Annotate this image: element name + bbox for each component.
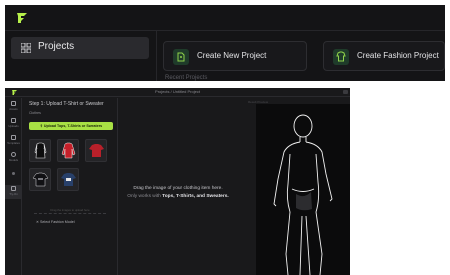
thumbnail-blue-tshirt[interactable] [57,168,79,191]
grid-icon [11,135,16,140]
projects-dashboard: Projects Create New Project Create Fashi… [5,5,445,81]
rail-item-uploads[interactable]: Uploads [5,117,22,131]
select-fashion-model-button[interactable]: ✕ Select Fashion Model [36,220,75,224]
drop-subtext-prefix: Only works with [127,194,163,199]
shirt-icon [11,186,16,191]
grid-icon [21,43,31,53]
drop-subtext-bold: Tops, T-Shirts, and Sweaters. [162,194,229,199]
select-fashion-model-label: Select Fashion Model [40,220,75,224]
rail-item-more[interactable] [5,168,22,182]
rail-item-templates[interactable]: Templates [5,134,22,148]
upload-clothes-button[interactable]: ⇪ Upload Tops, T-Shirts or Sweaters [29,122,113,130]
sidebar-item-label: Projects [38,41,75,52]
person-icon [11,152,16,157]
rail-label: Assets [9,107,18,111]
folder-icon [11,101,16,106]
thumbnail-red-tshirt[interactable] [85,139,107,162]
clothes-label: Clothes [29,111,41,115]
step-title: Step 1: Upload T-Shirt or Sweater [29,101,104,107]
new-file-icon [173,49,189,65]
thumbnail-black-top[interactable] [29,139,51,162]
drop-hint: Drag the images to upload here [34,208,106,214]
thumbnail-black-tshirt[interactable] [29,168,51,191]
drop-subtext: Only works with Tops, T-Shirts, and Swea… [118,194,238,199]
upload-button-label: Upload Tops, T-Shirts or Sweaters [43,124,103,128]
drop-instruction: Drag the image of your clothing item her… [133,186,223,191]
create-new-project-button[interactable]: Create New Project [163,41,307,71]
breadcrumb: Projects / Untitled Project [155,89,200,94]
upload-icon [11,118,16,123]
recent-projects-heading: Recent Projects [165,75,208,81]
divider [156,31,157,81]
editor-window: Projects / Untitled Project Assets Uploa… [5,88,350,275]
rail-item-models[interactable]: Models [5,151,22,165]
shirt-icon [333,49,349,65]
canvas-area[interactable]: Drag the image of your clothing item her… [118,98,350,275]
rail-label: Templates [7,141,20,145]
rail-label: Try-On [9,192,18,196]
rail-label: Uploads [8,124,19,128]
menu-icon[interactable] [343,90,348,94]
card-label: Create Fashion Project [357,51,439,60]
top-bar [5,5,445,31]
tool-rail: Assets Uploads Templates Models Try-On [5,98,22,275]
app-logo-icon[interactable] [15,11,29,25]
thumbnail-red-sweater[interactable] [57,139,79,162]
model-figure-image [256,104,350,275]
rail-label: Models [8,158,19,162]
rail-item-assets[interactable]: Assets [5,100,22,114]
clothing-panel: Step 1: Upload T-Shirt or Sweater Clothe… [22,98,118,275]
dots-icon [12,172,15,175]
card-label: Create New Project [197,51,267,60]
create-fashion-project-button[interactable]: Create Fashion Project [323,41,445,71]
rail-item-try-on[interactable]: Try-On [5,185,22,199]
sidebar-item-projects[interactable]: Projects [11,37,149,59]
editor-header: Projects / Untitled Project [5,88,350,97]
